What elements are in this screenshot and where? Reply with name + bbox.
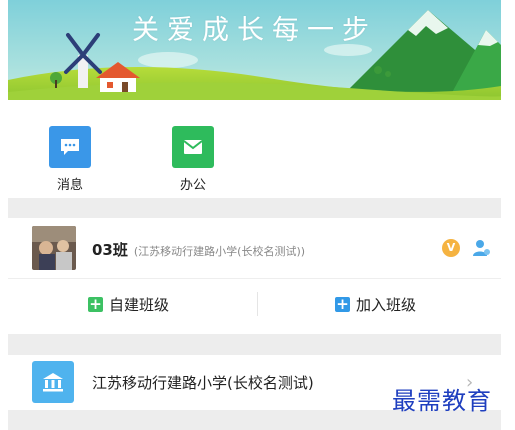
top-banner: 关爱成长每一步 — [8, 0, 501, 100]
class-name: 03班 — [92, 241, 128, 259]
office-shortcut[interactable]: 办公 — [163, 126, 223, 193]
plus-icon: + — [88, 294, 103, 313]
row-divider — [8, 278, 501, 279]
create-class-label: 自建班级 — [109, 295, 170, 314]
section-separator — [8, 198, 501, 218]
join-class-button[interactable]: + 加入班级 — [335, 292, 416, 316]
section-separator — [8, 334, 501, 355]
office-label: 办公 — [179, 178, 206, 193]
office-mail-icon — [172, 126, 214, 168]
messages-shortcut[interactable]: 消息 — [40, 126, 100, 193]
message-icon — [49, 126, 91, 168]
class-list-item[interactable]: 03班 (江苏移动行建路小学(长校名测试)) V — [8, 218, 501, 278]
plus-icon: + — [335, 294, 350, 313]
vip-badge: V — [442, 239, 460, 257]
school-building-icon — [32, 361, 74, 403]
school-name: 江苏移动行建路小学(长校名测试) — [92, 374, 314, 392]
class-school: (江苏移动行建路小学(长校名测试)) — [133, 245, 306, 258]
banner-slogan: 关爱成长每一步 — [132, 15, 377, 46]
class-avatar — [32, 226, 76, 270]
members-icon[interactable] — [472, 238, 492, 262]
join-class-label: 加入班级 — [356, 295, 417, 314]
create-class-button[interactable]: + 自建班级 — [88, 292, 169, 316]
messages-label: 消息 — [56, 178, 83, 193]
watermark: 最需教育 — [392, 387, 492, 415]
action-divider — [257, 292, 258, 316]
class-title: 03班 (江苏移动行建路小学(长校名测试)) — [92, 239, 305, 260]
